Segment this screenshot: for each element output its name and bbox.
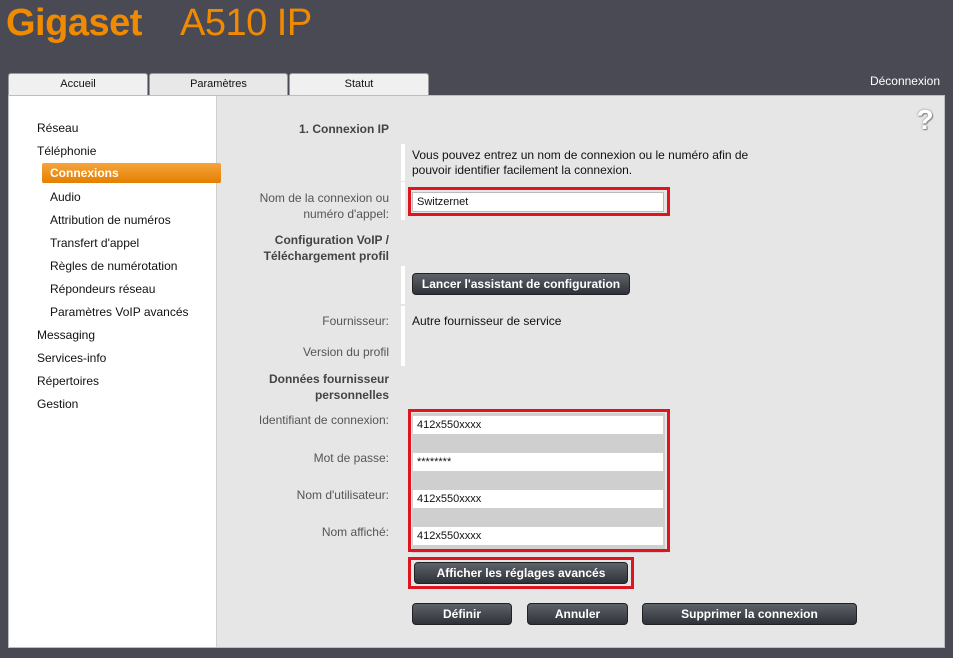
username-label: Nom d'utilisateur: [296, 488, 389, 502]
main-panel: Réseau Téléphonie Connexions Audio Attri… [8, 95, 945, 648]
device-model: A510 IP [180, 2, 312, 44]
help-icon[interactable]: ? [914, 106, 936, 134]
logout-link[interactable]: Déconnexion [870, 74, 940, 88]
sidebar-item-regles[interactable]: Règles de numérotation [50, 256, 177, 276]
sidebar-item-attribution[interactable]: Attribution de numéros [50, 210, 171, 230]
sidebar-item-messaging[interactable]: Messaging [37, 325, 95, 345]
gigaset-logo: Gigaset [6, 2, 142, 44]
define-button[interactable]: Définir [412, 603, 512, 625]
profile-version-label: Version du profil [302, 345, 389, 359]
sidebar-item-voip-avances[interactable]: Paramètres VoIP avancés [50, 302, 189, 322]
brand-header: Gigaset A510 IP [6, 2, 312, 45]
config-wizard-button[interactable]: Lancer l'assistant de configuration [412, 273, 630, 295]
advanced-settings-button[interactable]: Afficher les réglages avancés [414, 562, 628, 584]
provider-value: Autre fournisseur de service [412, 314, 562, 328]
cancel-button[interactable]: Annuler [527, 603, 628, 625]
personal-data-title: Données fournisseur personnelles [268, 372, 389, 402]
sidebar: Réseau Téléphonie Connexions Audio Attri… [9, 96, 221, 647]
divider [401, 182, 405, 220]
sidebar-item-telephonie[interactable]: Téléphonie [37, 141, 96, 161]
sidebar-item-reseau[interactable]: Réseau [37, 118, 78, 138]
sidebar-item-services-info[interactable]: Services-info [37, 348, 106, 368]
sidebar-item-repondeurs[interactable]: Répondeurs réseau [50, 279, 155, 299]
connection-name-label: Nom de la connexion ou numéro d'appel: [259, 191, 389, 221]
provider-label: Fournisseur: [322, 314, 389, 328]
sidebar-item-audio[interactable]: Audio [50, 187, 81, 207]
login-id-input[interactable]: 412x550xxxx [412, 415, 664, 435]
display-name-input[interactable]: 412x550xxxx [412, 526, 664, 546]
sidebar-item-repertoires[interactable]: Répertoires [37, 371, 99, 391]
divider [401, 266, 405, 304]
divider [401, 306, 405, 366]
delete-connection-button[interactable]: Supprimer la connexion [642, 603, 857, 625]
connection-name-input[interactable]: Switzernet [412, 192, 664, 212]
voip-config-title: Configuration VoIP / Téléchargement prof… [263, 233, 389, 263]
username-input[interactable]: 412x550xxxx [412, 489, 664, 509]
divider [401, 144, 405, 181]
tab-parametres[interactable]: Paramètres [149, 73, 288, 97]
tab-statut[interactable]: Statut [289, 73, 429, 95]
section-title-ip: 1. Connexion IP [298, 122, 389, 136]
password-label: Mot de passe: [313, 451, 389, 465]
info-text: Vous pouvez entrez un nom de connexion o… [412, 148, 749, 177]
sidebar-item-transfert[interactable]: Transfert d'appel [50, 233, 139, 253]
password-input[interactable]: ******** [412, 452, 664, 472]
sidebar-item-gestion[interactable]: Gestion [37, 394, 78, 414]
login-label: Identifiant de connexion: [258, 413, 389, 427]
tab-accueil[interactable]: Accueil [8, 73, 148, 95]
display-name-label: Nom affiché: [321, 525, 389, 539]
content-area: ? 1. Connexion IP Vous pouvez entrez un … [219, 96, 944, 647]
sidebar-item-connexions[interactable]: Connexions [42, 163, 221, 183]
